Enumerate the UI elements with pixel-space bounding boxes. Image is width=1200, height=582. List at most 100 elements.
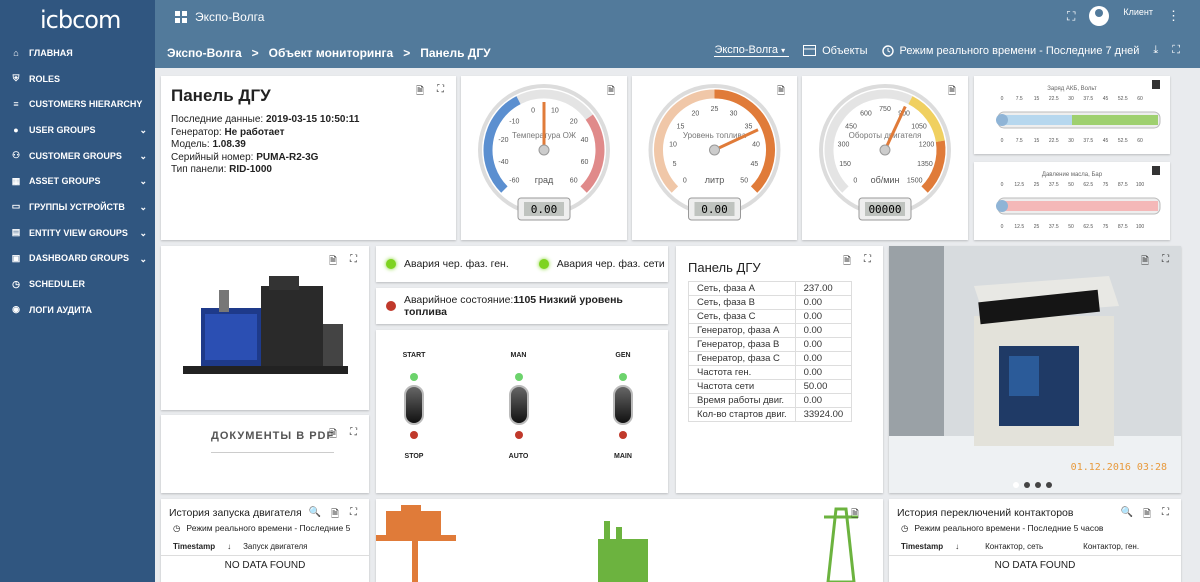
devices-icon: ▭: [11, 201, 21, 212]
chevron-down-icon[interactable]: ⌄: [139, 228, 147, 239]
chevron-down-icon[interactable]: ⌄: [139, 176, 147, 187]
objects-button[interactable]: Объекты: [803, 45, 868, 57]
export-icon[interactable]: [1152, 166, 1160, 175]
history-timewindow[interactable]: ◷ Режим реального времени - Последние 5: [161, 523, 369, 534]
cell-value: 0.00: [794, 351, 853, 366]
toggle-switch[interactable]: START STOP: [389, 352, 439, 460]
sidebar-item[interactable]: ⚇ CUSTOMER GROUPS ⌄: [0, 143, 155, 169]
entity-select[interactable]: Экспо-Волга ▾: [714, 44, 790, 57]
switch-lever[interactable]: [613, 385, 633, 425]
oil-pressure-bar-panel: Давление масла, Бар 0 0 12.5 12.5 25 25 37.5 37.…: [974, 162, 1170, 240]
bar-tick-label: 30: [1068, 138, 1074, 144]
download-icon[interactable]: ⤓: [1153, 44, 1158, 57]
carousel-dots[interactable]: [1013, 482, 1052, 488]
info-row: Серийный номер: PUMA-R2-3G: [171, 152, 446, 165]
fullscreen-icon[interactable]: ⛶: [350, 254, 357, 265]
user-name[interactable]: Клиент: [1123, 7, 1153, 17]
gauge-unit: об/мин: [871, 175, 900, 185]
table-row: Время работы двиг. 0.00: [688, 393, 853, 408]
cell-value: 33924.00: [794, 407, 853, 422]
sidebar-item[interactable]: ▣ DASHBOARD GROUPS ⌄: [0, 246, 155, 272]
fullscreen-icon[interactable]: ⛶: [350, 427, 357, 438]
avatar[interactable]: [1089, 6, 1110, 26]
switch-lever[interactable]: [508, 385, 529, 425]
export-icon[interactable]: 🗎: [329, 254, 337, 271]
sidebar-item[interactable]: ⛨ ROLES: [0, 66, 155, 92]
gauge-tick-label: 600: [860, 111, 872, 118]
fullscreen-icon[interactable]: ⛶: [1162, 254, 1169, 265]
sidebar-item[interactable]: ◉ ЛОГИ АУДИТА: [0, 297, 155, 323]
sidebar-item-label: ENTITY VIEW GROUPS: [29, 227, 128, 238]
fullscreen-icon[interactable]: ⛶: [1172, 44, 1180, 57]
emergency-state-panel: Аварийное состояние:1105 Низкий уровень …: [376, 288, 668, 324]
search-icon[interactable]: 🔍: [1121, 507, 1133, 518]
column-header[interactable]: Контактор, ген.: [1083, 542, 1139, 551]
export-icon[interactable]: 🗎: [416, 84, 424, 101]
chevron-down-icon[interactable]: ⌄: [139, 254, 147, 265]
export-icon[interactable]: 🗎: [948, 84, 956, 101]
chevron-down-icon[interactable]: ⌄: [139, 202, 147, 213]
history-timewindow[interactable]: ◷ Режим реального времени - Последние 5 ч…: [889, 523, 1181, 534]
fullscreen-icon[interactable]: ⛶: [350, 507, 357, 518]
carousel-dot[interactable]: [1035, 482, 1041, 488]
chevron-down-icon[interactable]: ⌄: [139, 151, 147, 162]
toggle-switch[interactable]: GEN MAIN: [598, 352, 648, 460]
sidebar-item-label: ГРУППЫ УСТРОЙСТВ: [29, 201, 125, 212]
breadcrumb-item[interactable]: Объект мониторинга: [269, 46, 394, 60]
export-icon[interactable]: 🗎: [851, 507, 859, 524]
bar-tick-label: 15: [1034, 96, 1040, 102]
column-header[interactable]: Контактор, сеть: [985, 542, 1043, 551]
breadcrumb-item[interactable]: Экспо-Волга: [167, 46, 242, 60]
sidebar-item[interactable]: ● USER GROUPS ⌄: [0, 117, 155, 143]
export-icon[interactable]: 🗎: [843, 254, 851, 271]
more-vert-icon[interactable]: ⋮: [1167, 8, 1180, 24]
sidebar-item[interactable]: ≡ CUSTOMERS HIERARCHY: [0, 91, 155, 117]
cell-label: Время работы двиг.: [688, 393, 796, 408]
export-icon[interactable]: 🗎: [777, 84, 785, 101]
gauge-tick-label: 35: [745, 123, 753, 130]
chevron-down-icon[interactable]: ⌄: [139, 125, 147, 136]
toggle-switch[interactable]: MAN AUTO: [494, 352, 544, 460]
table-row: Сеть, фаза В 0.00: [688, 295, 853, 310]
bar-tick-label: 87.5: [1118, 224, 1128, 230]
export-icon[interactable]: 🗎: [1143, 507, 1151, 524]
table-header: Timestamp ↓ Контактор, сеть Контактор, ген.: [889, 534, 1181, 556]
dashboard-title-text: Экспо-Волга: [195, 10, 265, 24]
fullscreen-icon[interactable]: ⛶: [1162, 507, 1169, 518]
column-header[interactable]: Timestamp: [173, 542, 215, 551]
switch-bottom-label: AUTO: [508, 453, 529, 460]
carousel-dot[interactable]: [1024, 482, 1030, 488]
switch-lever[interactable]: [404, 385, 424, 425]
sidebar-item[interactable]: ⌂ ГЛАВНАЯ: [0, 40, 155, 66]
sidebar-item[interactable]: ▭ ГРУППЫ УСТРОЙСТВ ⌄: [0, 194, 155, 220]
cell-label: Генератор, фаза С: [688, 351, 796, 366]
sidebar-item[interactable]: ▦ ASSET GROUPS ⌄: [0, 168, 155, 194]
sidebar-item[interactable]: ▤ ENTITY VIEW GROUPS ⌄: [0, 220, 155, 246]
entity-select-value: Экспо-Волга: [714, 44, 779, 56]
export-icon[interactable]: [1152, 80, 1160, 89]
shield-icon: ⛨: [12, 73, 20, 84]
column-header[interactable]: Timestamp: [901, 542, 943, 551]
export-icon[interactable]: 🗎: [1141, 254, 1149, 271]
cell-value: 0.00: [794, 365, 853, 380]
gauge-tick-label: 750: [879, 106, 891, 113]
sort-arrow-icon[interactable]: ↓: [955, 542, 959, 551]
table-row: Кол-во стартов двиг. 33924.00: [688, 407, 853, 422]
switch-top-label: MAN: [510, 352, 527, 359]
fullscreen-icon[interactable]: ⛶: [437, 84, 444, 95]
fullscreen-icon[interactable]: ⛶: [864, 254, 871, 265]
fullscreen-icon[interactable]: ⛶: [1067, 9, 1075, 24]
export-icon[interactable]: 🗎: [331, 507, 339, 524]
gauge-tick-label: 60: [581, 159, 589, 166]
carousel-dot[interactable]: [1046, 482, 1052, 488]
sort-arrow-icon[interactable]: ↓: [227, 542, 231, 551]
export-icon[interactable]: 🗎: [607, 84, 615, 101]
carousel-dot[interactable]: [1013, 482, 1019, 488]
search-icon[interactable]: 🔍: [309, 507, 321, 518]
sidebar-item[interactable]: ◷ SCHEDULER: [0, 271, 155, 297]
docs-link[interactable]: ДОКУМЕНТЫ В PDF: [211, 430, 335, 453]
switch-led: [619, 373, 627, 381]
gauge-tick-label: 60: [570, 178, 578, 185]
column-header[interactable]: Запуск двигателя: [243, 542, 307, 551]
timewindow-button[interactable]: Режим реального времени - Последние 7 дн…: [881, 45, 1139, 57]
